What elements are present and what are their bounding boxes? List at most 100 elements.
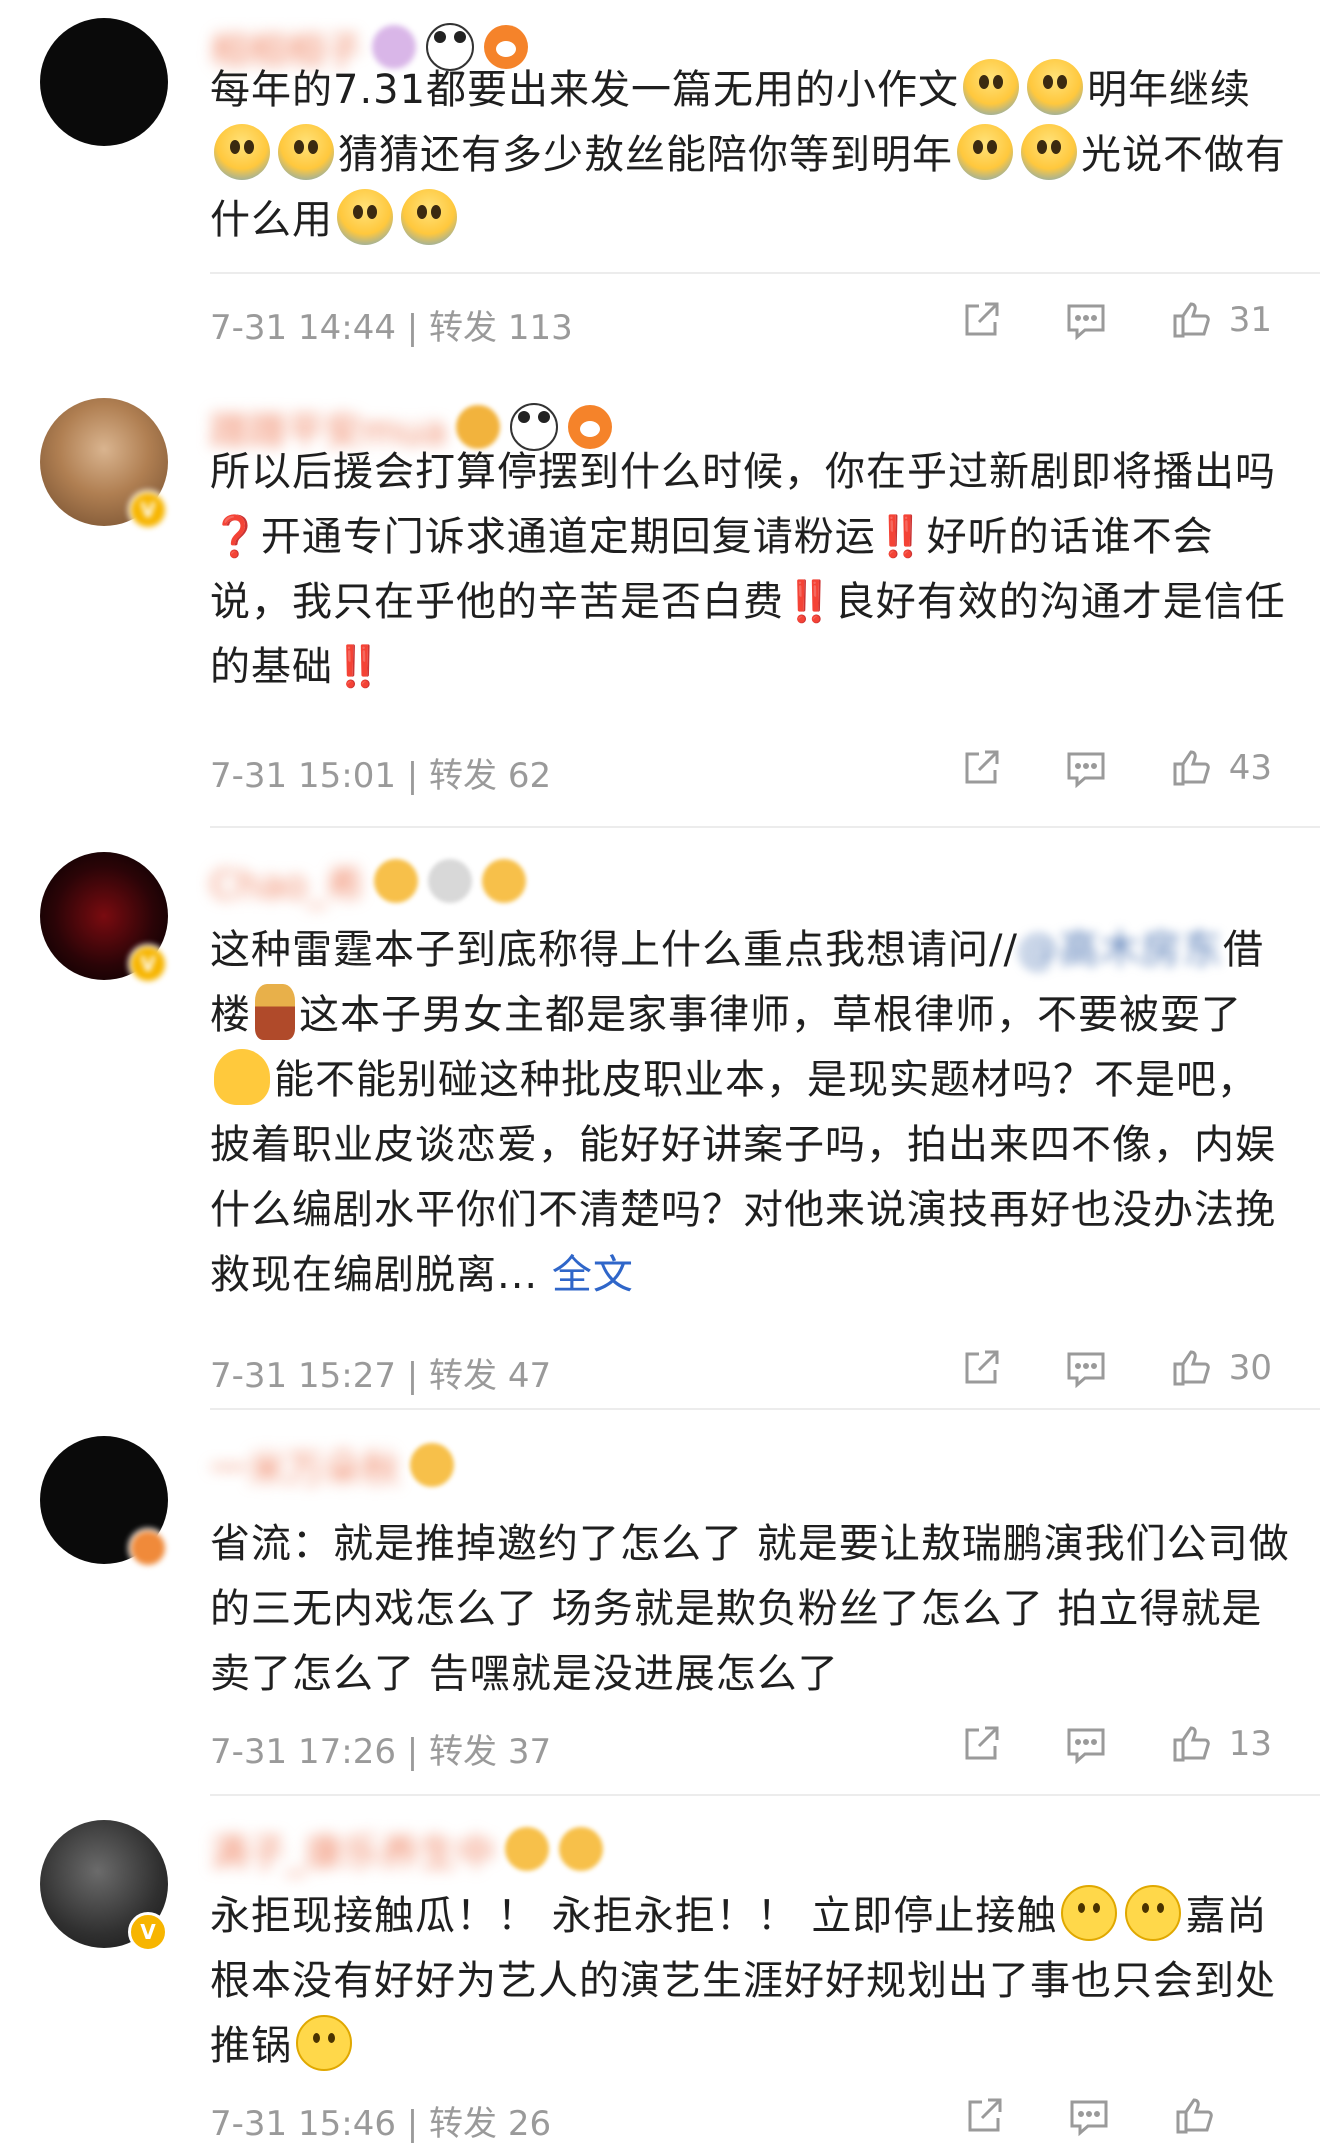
repost-count: 26 [507,2104,552,2144]
shocked-emoji-icon [278,124,334,180]
comment-text-segment: 这本子男女主都是家事律师，草根律师，不要被耍了 [299,992,1242,1038]
repost-count: 62 [507,756,552,796]
smile-emoji-icon [1061,1885,1118,1941]
thumbs-up-icon [1173,1350,1210,1386]
shocked-emoji-icon [963,59,1020,115]
share-button[interactable] [959,1346,1003,1390]
comment-button[interactable] [1066,2094,1112,2138]
like-button[interactable] [1172,2094,1272,2138]
read-more-link[interactable]: 全文 [552,1252,634,1298]
username[interactable]: Chao_希 [210,854,364,909]
comment-text-segment: 所以后援会打算停摆到什么时候，你在乎过新剧即将播出吗 [210,449,1276,495]
thumbs-up-icon [1173,1726,1210,1762]
comment-text: 所以后援会打算停摆到什么时候，你在乎过新剧即将播出吗 ❓开通专门诉求通道定期回复请… [210,440,1290,700]
comment-text-segment: 每年的7.31都要出来发一篇无用的小作文 [210,67,960,113]
comment-icon [1067,1728,1105,1765]
action-bar: 31 [899,298,1272,342]
badge-icon [410,1443,455,1487]
timestamp: 7-31 14:44 [210,308,396,348]
share-icon [965,750,999,784]
badge-icon [128,1528,168,1568]
comment-button[interactable] [1063,298,1109,342]
thumbs-up-icon [1176,2098,1213,2134]
comment-text: 永拒现接触瓜！！ 永拒永拒！！ 立即停止接触 嘉尚根本没有好好为艺人的演艺生涯好好… [210,1884,1290,2079]
share-icon [965,302,999,336]
like-button[interactable]: 30 [1169,1346,1272,1390]
repost-label: 转发 [429,1732,498,1772]
comment-text-segment: 省流：就是推掉邀约了怎么了 就是要让敖瑞鹏演我们公司做的三无内戏怎么了 场务就是… [210,1521,1290,1697]
comment-text: 每年的7.31都要出来发一篇无用的小作文 明年继续猜猜还有多少敖丝能陪你等到明年光… [210,58,1290,253]
share-icon [968,2098,1002,2132]
timestamp: 7-31 15:01 [210,756,396,796]
repost-label: 转发 [429,1356,498,1396]
double-exclamation-emoji: ‼️ [784,579,835,625]
badge-icon [505,1827,550,1871]
comment-button[interactable] [1063,746,1109,790]
username[interactable]: 一米万朵秋 [210,1438,400,1493]
comment-text-segment: 能不能别碰这种批皮职业本，是现实题材吗？不是吧，披着职业皮谈恋爱，能好好讲案子吗… [210,1057,1276,1298]
double-exclamation-emoji: ‼️ [333,644,384,690]
verified-badge-icon: V [128,490,168,530]
divider [210,826,1320,828]
comment-text: 省流：就是推掉邀约了怎么了 就是要让敖瑞鹏演我们公司做的三无内戏怎么了 场务就是… [210,1512,1290,1707]
action-bar: 30 [899,1346,1272,1390]
comment-icon [1067,304,1105,341]
shocked-emoji-icon [214,124,270,180]
like-button[interactable]: 31 [1169,298,1272,342]
comment-button[interactable] [1063,1722,1109,1766]
comment-meta: 7-31 17:26 | 转发 37 [210,1732,552,1772]
repost-label: 转发 [429,2104,498,2144]
like-count: 43 [1228,748,1272,788]
comment-text-segment: 明年继续 [1087,67,1252,113]
shocked-emoji-icon [1027,59,1084,115]
username[interactable]: 满子_康乐养生中 [210,1822,495,1877]
melting-face-emoji-icon [214,1049,270,1105]
comment-meta: 7-31 14:44 | 转发 113 [210,308,573,348]
action-bar: 13 [899,1722,1272,1766]
shocked-emoji-icon [957,124,1013,180]
like-count: 30 [1228,1348,1272,1388]
shocked-emoji-icon [401,189,457,245]
repost-label: 转发 [429,756,498,796]
comment-text-segment: 永拒现接触瓜！！ 永拒永拒！！ 立即停止接触 [210,1893,1058,1939]
verified-badge-icon: V [128,1912,168,1952]
thumbs-up-icon [1173,750,1210,786]
shocked-emoji-icon [1021,124,1077,180]
timestamp: 7-31 17:26 [210,1732,396,1772]
share-button[interactable] [959,298,1003,342]
comment-text-segment: 猜猜还有多少敖丝能陪你等到明年 [338,132,953,178]
repost-count: 47 [507,1356,552,1396]
comment-button[interactable] [1063,1346,1109,1390]
comment-item: V Chao_希 这种雷霆本子到底称得上什么重点我想请问//@高木房东借楼 这本子… [0,852,1320,1412]
repost-count: 113 [507,308,573,348]
user-mention-link[interactable]: @高木房东 [1018,927,1223,973]
comment-meta: 7-31 15:27 | 转发 47 [210,1356,552,1396]
double-exclamation-emoji: ‼️ [875,514,927,560]
question-mark-emoji: ❓ [210,514,261,560]
smile-emoji-icon [296,2015,352,2071]
person-emoji-icon [255,984,295,1040]
divider [210,1794,1320,1796]
share-button[interactable] [959,746,1003,790]
action-bar [902,2094,1272,2138]
badge-icon [428,859,473,903]
like-button[interactable]: 13 [1169,1722,1272,1766]
comment-item: V 满子_康乐养生中 永拒现接触瓜！！ 永拒永拒！！ 立即停止接触 嘉尚根本没有好… [0,1820,1320,2147]
comment-meta: 7-31 15:46 | 转发 26 [210,2104,552,2144]
badge-icon [482,859,527,903]
comment-text-segment: 这种雷霆本子到底称得上什么重点我想请问// [210,927,1018,973]
comment-item: 一米万朵秋 省流：就是推掉邀约了怎么了 就是要让敖瑞鹏演我们公司做的三无内戏怎么… [0,1436,1320,1796]
timestamp: 7-31 15:27 [210,1356,396,1396]
share-icon [965,1726,999,1760]
comment-icon [1070,2100,1108,2137]
share-button[interactable] [962,2094,1006,2138]
repost-label: 转发 [429,308,498,348]
avatar[interactable] [40,18,168,146]
share-button[interactable] [959,1722,1003,1766]
smile-emoji-icon [1125,1885,1182,1941]
shocked-emoji-icon [337,189,393,245]
thumbs-up-icon [1173,302,1210,338]
like-button[interactable]: 43 [1169,746,1272,790]
repost-count: 37 [507,1732,552,1772]
verified-badge-icon: V [128,944,168,984]
